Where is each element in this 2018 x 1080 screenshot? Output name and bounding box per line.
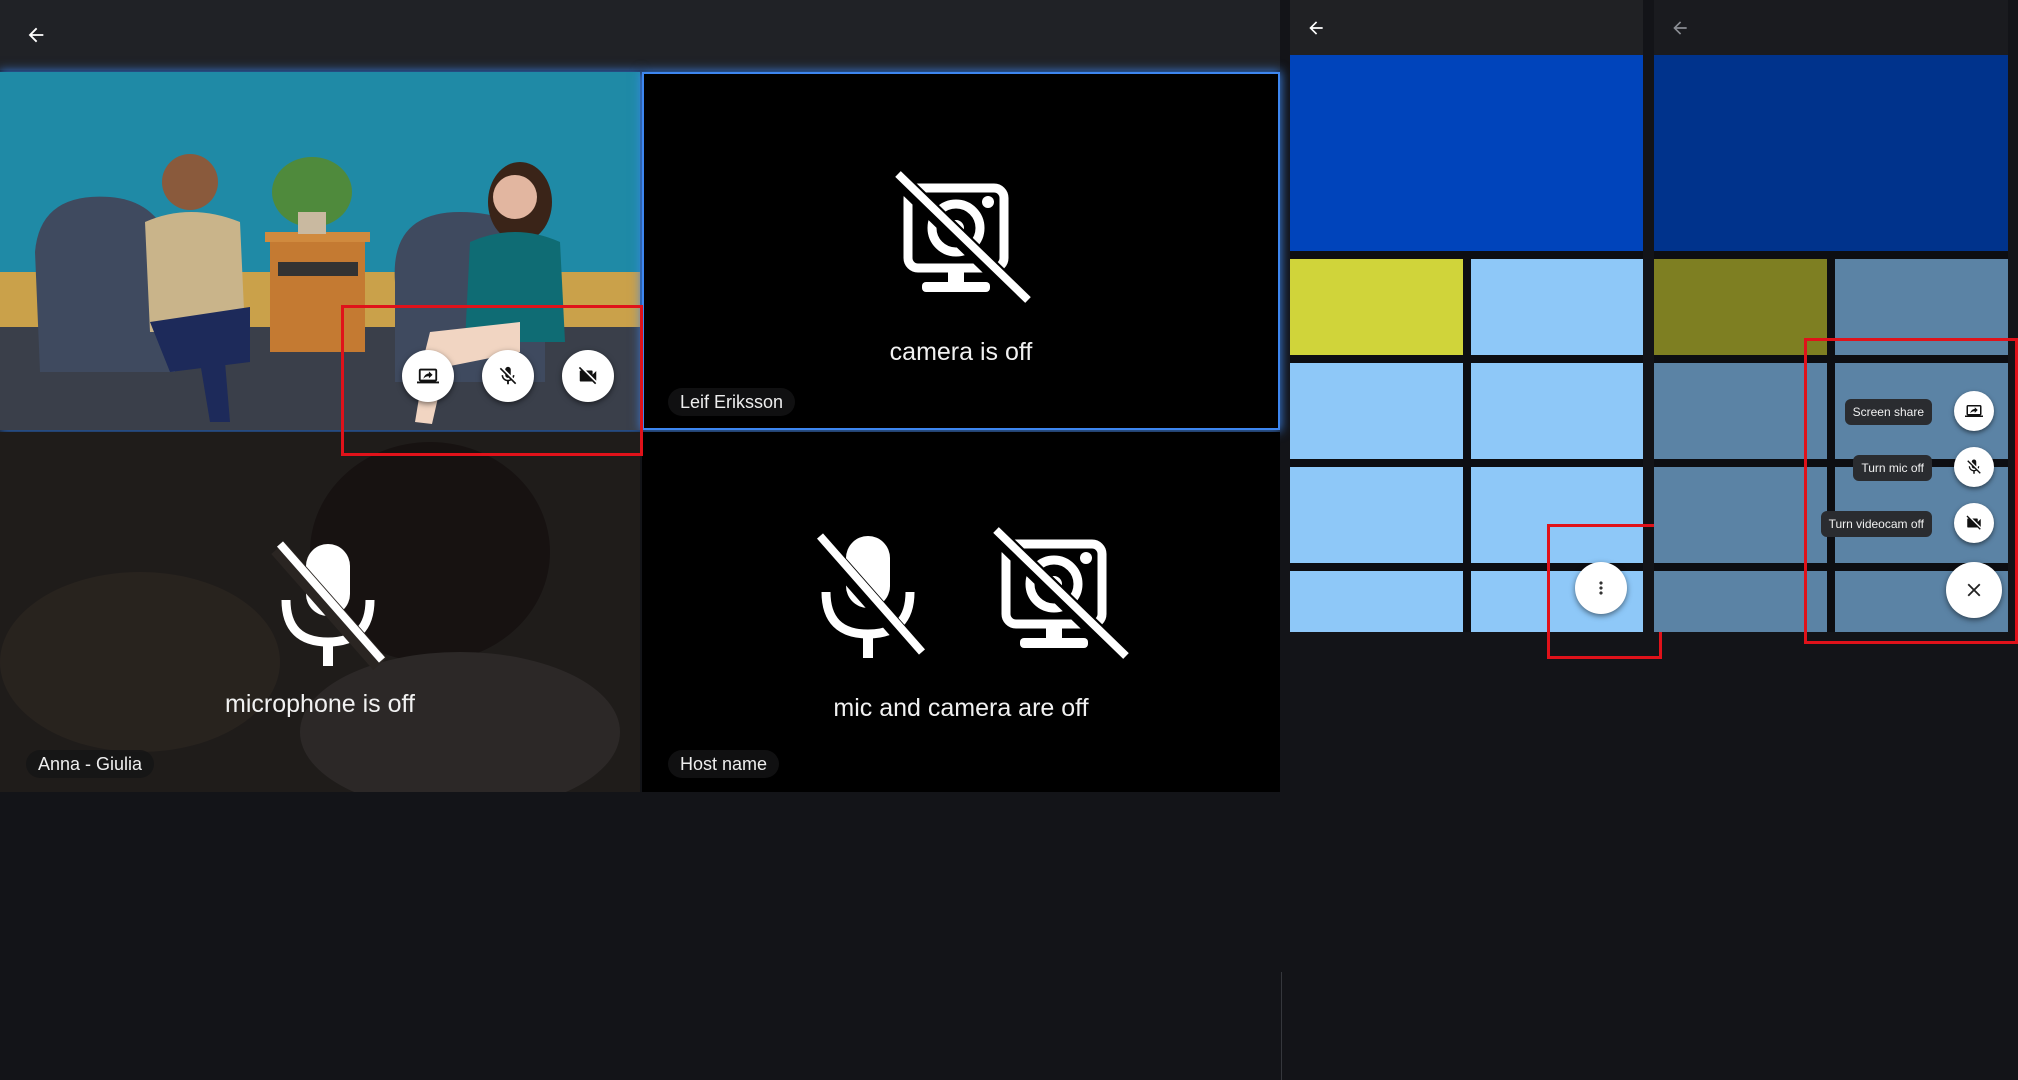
phone-top-bar xyxy=(1654,0,2008,55)
grid-cell xyxy=(1835,259,2008,355)
main-tile xyxy=(1654,55,2008,251)
camera-off-icon xyxy=(889,170,1033,309)
back-button[interactable] xyxy=(1660,8,1700,48)
status-text: mic and camera are off xyxy=(833,694,1089,722)
back-button[interactable] xyxy=(16,15,56,55)
grid-cell[interactable] xyxy=(1290,467,1463,563)
mic-off-icon xyxy=(271,541,387,670)
screen-share-button[interactable] xyxy=(1954,391,1994,431)
screen-share-tooltip: Screen share xyxy=(1844,399,1932,425)
back-button[interactable] xyxy=(1296,8,1336,48)
top-bar xyxy=(0,0,1280,70)
participant-tile-video[interactable] xyxy=(0,72,640,430)
participant-tile-mic-off[interactable]: microphone is off Anna - Giulia xyxy=(0,432,640,792)
grid-cell[interactable] xyxy=(1471,259,1643,355)
screen-share-icon xyxy=(417,368,439,384)
divider xyxy=(1281,972,1282,1080)
mic-off-tooltip: Turn mic off xyxy=(1853,455,1932,481)
status-text: microphone is off xyxy=(225,690,415,718)
arrow-back-icon xyxy=(28,27,44,43)
participant-name: Leif Eriksson xyxy=(668,388,796,416)
phone-preview-expanded: Screen share Turn mic off Turn videocam … xyxy=(1654,0,2008,632)
screen-share-icon xyxy=(1965,405,1983,417)
grid-cell[interactable] xyxy=(1290,259,1463,355)
phone-preview-collapsed xyxy=(1290,0,1643,632)
grid-cell[interactable] xyxy=(1290,571,1463,632)
grid-cell[interactable] xyxy=(1471,467,1643,563)
grid-cell[interactable] xyxy=(1290,363,1463,459)
main-tile[interactable] xyxy=(1290,55,1643,251)
mic-off-icon xyxy=(499,366,517,385)
grid-cell xyxy=(1654,363,1827,459)
videocam-off-button[interactable] xyxy=(1954,503,1994,543)
phone-top-bar xyxy=(1290,0,1643,55)
participant-tile-host[interactable]: mic and camera are off Host name xyxy=(642,432,1280,792)
participant-name: Anna - Giulia xyxy=(26,750,155,778)
screen-share-button[interactable] xyxy=(402,350,454,402)
grid-cell xyxy=(1654,571,1827,632)
camera-off-icon xyxy=(987,526,1131,665)
videocam-off-icon xyxy=(1966,515,1981,530)
participant-tile-camera-off[interactable]: camera is off Leif Eriksson xyxy=(642,72,1280,430)
mic-off-icon xyxy=(811,533,927,662)
more-options-button[interactable] xyxy=(1575,562,1627,614)
status-text: camera is off xyxy=(889,338,1033,366)
grid-cell xyxy=(1654,467,1827,563)
mic-off-icon xyxy=(1967,459,1981,474)
close-icon xyxy=(1967,583,1981,597)
grid-cell[interactable] xyxy=(1471,363,1643,459)
videocam-off-tooltip: Turn videocam off xyxy=(1820,511,1932,537)
grid-cell xyxy=(1654,259,1827,355)
video-grid: camera is off Leif Eriksson microphone i… xyxy=(0,70,1280,792)
participant-video-image xyxy=(0,72,640,430)
more-vert-icon xyxy=(1599,581,1603,595)
videocam-off-icon xyxy=(578,366,597,385)
close-speed-dial-button[interactable] xyxy=(1946,562,2002,618)
arrow-back-icon xyxy=(1673,21,1687,35)
arrow-back-icon xyxy=(1309,21,1323,35)
mic-off-button[interactable] xyxy=(1954,447,1994,487)
mic-off-button[interactable] xyxy=(482,350,534,402)
videocam-off-button[interactable] xyxy=(562,350,614,402)
participant-name: Host name xyxy=(668,750,780,778)
